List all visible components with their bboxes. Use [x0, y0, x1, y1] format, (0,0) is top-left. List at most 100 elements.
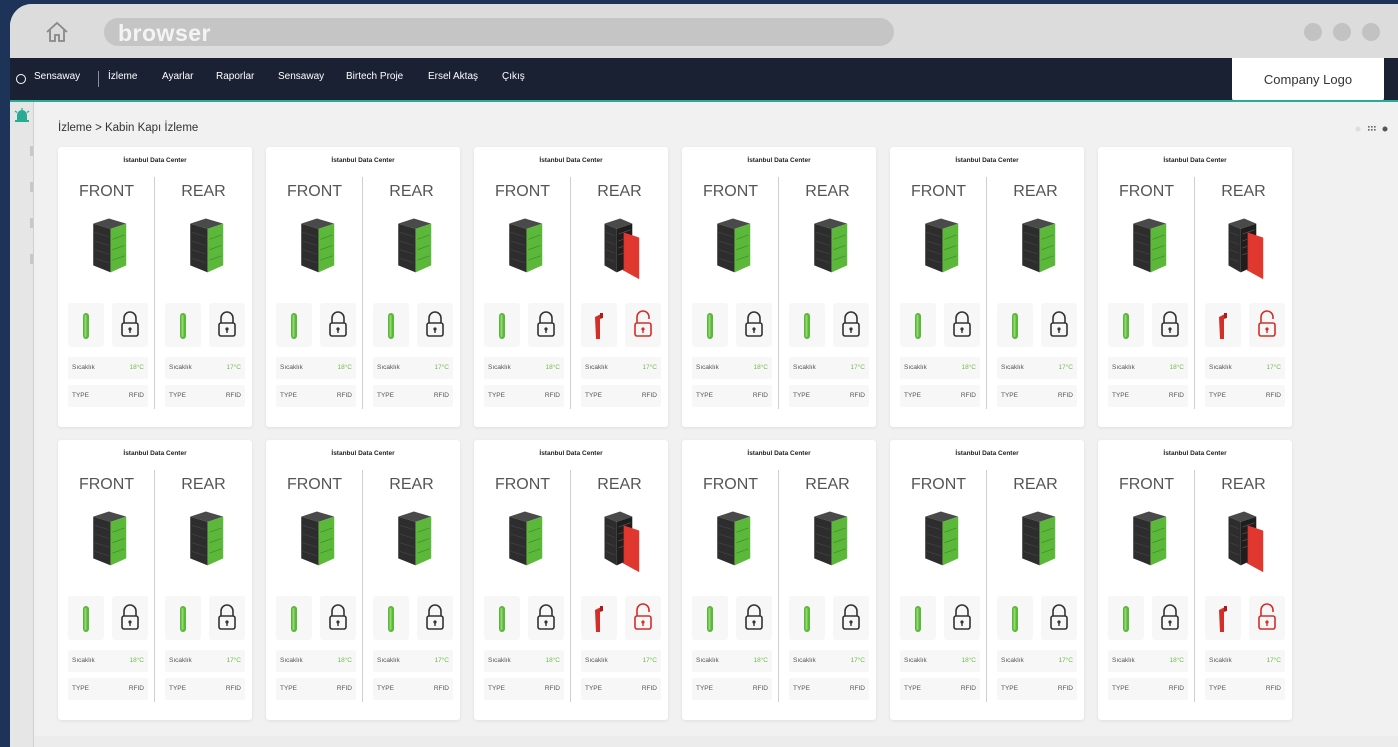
- nav-item-raporlar[interactable]: Raporlar: [216, 71, 254, 82]
- door-sensor-ok-icon: [180, 606, 186, 632]
- browser-window: browser Sensaway İzleme Ayarlar Raporlar…: [10, 4, 1398, 747]
- temperature-row: Sıcaklık 18°C: [692, 650, 772, 672]
- open-cabinet-icon: [604, 218, 640, 280]
- alarm-icon[interactable]: [14, 108, 30, 122]
- breadcrumb: İzleme > Kabin Kapı İzleme: [58, 122, 199, 134]
- temperature-row: Sıcaklık 18°C: [68, 650, 148, 672]
- door-sensor-alarm: [581, 596, 617, 640]
- cabinet-card[interactable]: İstanbul Data Center FRONT Sıcaklık 18°C TY…: [58, 440, 252, 720]
- temperature-value: 17°C: [850, 364, 865, 371]
- cabinet-card[interactable]: İstanbul Data Center FRONT Sıcaklık 18°C TY…: [682, 147, 876, 427]
- rfid-label: RFID: [544, 392, 560, 399]
- door-sensor-ok: [373, 303, 409, 347]
- temperature-label: Sıcaklık: [169, 657, 192, 664]
- nav-item-ayarlar[interactable]: Ayarlar: [162, 71, 194, 82]
- type-label: TYPE: [72, 685, 89, 692]
- temperature-row: Sıcaklık 17°C: [165, 650, 245, 672]
- nav-item-izleme[interactable]: İzleme: [108, 71, 137, 82]
- front-label: FRONT: [702, 183, 759, 200]
- rfid-label: RFID: [641, 392, 657, 399]
- nav-item-birtech-proje[interactable]: Birtech Proje: [346, 71, 403, 82]
- nav-item-ersel-aktas[interactable]: Ersel Aktaş: [428, 71, 478, 82]
- lock-icon: [745, 604, 763, 630]
- temperature-value: 18°C: [129, 657, 144, 664]
- door-sensor-ok-icon: [388, 313, 394, 339]
- bottom-strip: [34, 736, 1398, 747]
- type-label: TYPE: [1112, 392, 1129, 399]
- type-label: TYPE: [585, 392, 602, 399]
- closed-cabinet-icon: [1022, 218, 1056, 273]
- door-sensor-ok-icon: [388, 606, 394, 632]
- temperature-value: 18°C: [753, 657, 768, 664]
- cabinet-card[interactable]: İstanbul Data Center FRONT Sıcaklık 18°C TY…: [58, 147, 252, 427]
- lock-closed-status: [528, 596, 564, 640]
- cabinet-card[interactable]: İstanbul Data Center FRONT Sıcaklık 18°C TY…: [266, 440, 460, 720]
- cabinet-side-front: FRONT Sıcaklık 18°C TYPE RFID: [266, 440, 363, 720]
- nav-item-sensaway[interactable]: Sensaway: [278, 71, 324, 82]
- cabinet-card[interactable]: İstanbul Data Center FRONT Sıcaklık 18°C TY…: [890, 147, 1084, 427]
- window-dot-3[interactable]: [1362, 23, 1380, 41]
- type-row: TYPE RFID: [1108, 385, 1188, 407]
- address-bar[interactable]: browser: [104, 18, 894, 46]
- cabinet-card[interactable]: İstanbul Data Center FRONT Sıcaklık 18°C TY…: [474, 440, 668, 720]
- temperature-label: Sıcaklık: [72, 364, 95, 371]
- lock-icon: [121, 604, 139, 630]
- door-status-row: [373, 596, 453, 640]
- door-status-row: [581, 596, 661, 640]
- type-row: TYPE RFID: [373, 385, 453, 407]
- cabinet-side-front: FRONT Sıcaklık 18°C TYPE RFID: [266, 147, 363, 427]
- temperature-row: Sıcaklık 18°C: [68, 357, 148, 379]
- lock-icon: [218, 311, 236, 337]
- door-sensor-ok-icon: [1012, 606, 1018, 632]
- rfid-label: RFID: [752, 392, 768, 399]
- window-dot-1[interactable]: [1304, 23, 1322, 41]
- cabinet-card[interactable]: İstanbul Data Center FRONT Sıcaklık 18°C TY…: [890, 440, 1084, 720]
- sidebar-tab-marker[interactable]: [30, 182, 33, 192]
- rfid-label: RFID: [336, 392, 352, 399]
- door-sensor-alarm: [1205, 596, 1241, 640]
- nav-item-cikis[interactable]: Çıkış: [502, 71, 525, 82]
- temperature-value: 18°C: [753, 364, 768, 371]
- view-toggle[interactable]: [1354, 124, 1398, 134]
- cabinet-card[interactable]: İstanbul Data Center FRONT Sıcaklık 18°C TY…: [1098, 147, 1292, 427]
- unlock-icon: [634, 310, 652, 337]
- sidebar-tab-marker[interactable]: [30, 146, 33, 156]
- nav-brand[interactable]: Sensaway: [34, 71, 80, 82]
- temperature-label: Sıcaklık: [696, 657, 719, 664]
- cabinet-side-front: FRONT Sıcaklık 18°C TYPE RFID: [682, 147, 779, 427]
- temperature-value: 17°C: [434, 657, 449, 664]
- temperature-label: Sıcaklık: [1112, 657, 1135, 664]
- door-sensor-ok: [373, 596, 409, 640]
- lock-closed-status: [112, 303, 148, 347]
- temperature-label: Sıcaklık: [585, 364, 608, 371]
- cabinet-card[interactable]: İstanbul Data Center FRONT Sıcaklık 18°C TY…: [1098, 440, 1292, 720]
- unlock-icon: [634, 603, 652, 630]
- temperature-row: Sıcaklık 17°C: [997, 650, 1077, 672]
- temperature-row: Sıcaklık 18°C: [1108, 357, 1188, 379]
- address-bar-text: browser: [118, 20, 211, 46]
- cabinet-card[interactable]: İstanbul Data Center FRONT Sıcaklık 18°C TY…: [682, 440, 876, 720]
- cabinet-side-front: FRONT Sıcaklık 18°C TYPE RFID: [890, 147, 987, 427]
- lock-icon: [537, 311, 555, 337]
- temperature-row: Sıcaklık 17°C: [373, 357, 453, 379]
- door-sensor-ok: [997, 303, 1033, 347]
- cabinet-side-rear: REAR Sıcaklık 17°C TYPE RFID: [571, 147, 668, 427]
- cabinet-card[interactable]: İstanbul Data Center FRONT Sıcaklık 18°C TY…: [474, 147, 668, 427]
- door-handle-alarm-icon: [595, 606, 603, 632]
- sidebar-tab-marker[interactable]: [30, 254, 33, 264]
- lock-icon: [745, 311, 763, 337]
- home-icon[interactable]: [44, 20, 70, 44]
- rfid-label: RFID: [1265, 392, 1281, 399]
- lock-open-status: [625, 303, 661, 347]
- window-dot-2[interactable]: [1333, 23, 1351, 41]
- cabinet-side-rear: REAR Sıcaklık 17°C TYPE RFID: [987, 440, 1084, 720]
- type-label: TYPE: [1001, 685, 1018, 692]
- temperature-label: Sıcaklık: [169, 364, 192, 371]
- company-logo[interactable]: Company Logo: [1232, 58, 1384, 102]
- sidebar-tab-marker[interactable]: [30, 218, 33, 228]
- lock-icon: [329, 604, 347, 630]
- lock-closed-status: [209, 596, 245, 640]
- door-sensor-ok-icon: [1012, 313, 1018, 339]
- door-sensor-ok: [692, 596, 728, 640]
- cabinet-card[interactable]: İstanbul Data Center FRONT Sıcaklık 18°C TY…: [266, 147, 460, 427]
